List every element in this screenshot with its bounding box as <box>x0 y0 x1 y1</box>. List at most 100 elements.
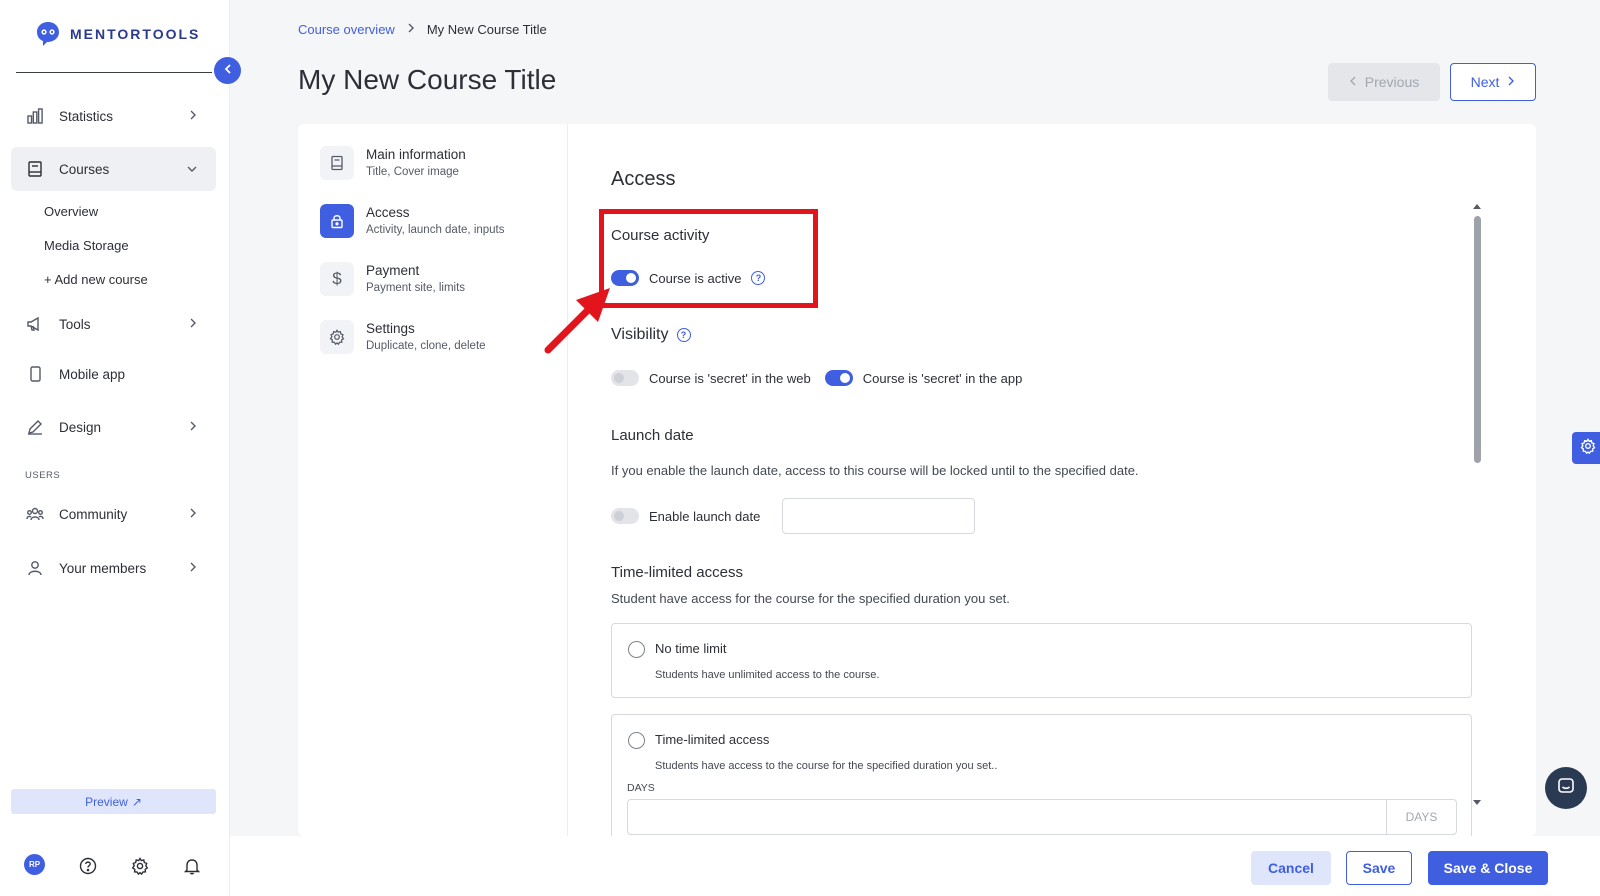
avatar[interactable]: RP <box>24 854 45 875</box>
book-icon <box>25 159 45 179</box>
step-title: Settings <box>366 321 415 336</box>
floating-settings-button[interactable] <box>1572 432 1600 464</box>
chevron-right-icon <box>188 317 198 332</box>
chevron-right-icon <box>188 109 198 124</box>
launch-date-label: Enable launch date <box>649 508 761 524</box>
sidebar-item-label: Tools <box>59 316 91 332</box>
gear-icon <box>320 320 354 354</box>
radio-time-limited[interactable] <box>628 732 645 749</box>
cancel-button[interactable]: Cancel <box>1251 851 1331 885</box>
sidebar-item-label: Mobile app <box>59 366 126 382</box>
sidebar-item-community[interactable]: Community <box>11 492 216 536</box>
launch-date-heading: Launch date <box>611 427 694 444</box>
radio-no-time-limit[interactable] <box>628 641 645 658</box>
step-subtitle: Activity, launch date, inputs <box>366 224 505 236</box>
user-icon <box>25 558 45 578</box>
breadcrumb-link[interactable]: Course overview <box>298 22 395 37</box>
sidebar-subitem-add-course[interactable]: + Add new course <box>44 272 148 287</box>
time-limited-heading: Time-limited access <box>611 564 743 581</box>
days-input[interactable]: DAYS <box>627 799 1457 835</box>
people-icon <box>25 504 45 524</box>
launch-date-description: If you enable the launch date, access to… <box>611 463 1139 478</box>
sidebar-item-label: Your members <box>59 560 147 576</box>
time-limited-description: Student have access for the course for t… <box>611 591 1010 606</box>
breadcrumb-current: My New Course Title <box>426 22 547 37</box>
brand-logo[interactable]: MENTORTOOLS <box>34 20 200 48</box>
secret-app-toggle[interactable] <box>824 370 853 386</box>
step-title: Main information <box>366 147 466 162</box>
sidebar-item-label: Courses <box>59 161 110 177</box>
sidebar-item-tools[interactable]: Tools <box>11 302 216 346</box>
sidebar-item-courses[interactable]: Courses <box>11 147 216 191</box>
gear-icon[interactable] <box>128 854 152 878</box>
option-title: No time limit <box>655 641 727 656</box>
option-no-time-limit[interactable]: No time limit Students have unlimited ac… <box>611 623 1472 698</box>
help-icon[interactable] <box>76 854 100 878</box>
sidebar-item-statistics[interactable]: Statistics <box>11 94 216 138</box>
brand-name: MENTORTOOLS <box>70 26 201 42</box>
lock-icon <box>320 204 354 238</box>
access-heading: Access <box>611 168 676 190</box>
chevron-left-icon <box>223 62 233 80</box>
sidebar-item-label: Design <box>59 419 102 435</box>
step-main-information[interactable]: Main information Title, Cover image <box>320 146 466 180</box>
document-icon <box>320 146 354 180</box>
preview-button[interactable]: Preview ↗ <box>11 789 216 814</box>
gear-icon <box>1580 437 1596 459</box>
step-subtitle: Duplicate, clone, delete <box>366 340 486 352</box>
option-subtitle: Students have unlimited access to the co… <box>655 669 880 681</box>
step-payment[interactable]: $ Payment Payment site, limits <box>320 262 465 296</box>
visibility-row: Course is 'secret' in the web Course is … <box>611 370 1022 386</box>
sidebar-item-design[interactable]: Design <box>11 405 216 449</box>
launch-date-row: Enable launch date <box>611 508 760 524</box>
launch-date-toggle[interactable] <box>611 508 639 524</box>
option-subtitle: Students have access to the course for t… <box>655 760 998 772</box>
collapse-sidebar-button[interactable] <box>214 57 241 84</box>
dollar-icon: $ <box>320 262 354 296</box>
next-button[interactable]: Next <box>1450 63 1536 101</box>
option-time-limited[interactable]: Time-limited access Students have access… <box>611 714 1472 836</box>
previous-button[interactable]: Previous <box>1328 63 1440 101</box>
course-editor-card: Main information Title, Cover image Acce… <box>298 124 1536 836</box>
page-title: My New Course Title <box>298 64 557 95</box>
sidebar-subitem-overview[interactable]: Overview <box>44 204 98 219</box>
sidebar-item-your-members[interactable]: Your members <box>11 546 216 590</box>
divider <box>16 72 212 73</box>
previous-label: Previous <box>1364 74 1420 90</box>
step-title: Access <box>366 205 410 220</box>
chevron-right-icon <box>188 561 198 576</box>
mentortools-logo-icon <box>34 20 62 48</box>
secret-web-toggle[interactable] <box>611 370 639 386</box>
step-subtitle: Payment site, limits <box>366 282 466 294</box>
bar-chart-icon <box>25 106 45 126</box>
scrollbar[interactable] <box>1472 202 1482 807</box>
launch-date-input[interactable] <box>782 498 975 534</box>
chevron-down-icon <box>186 162 198 177</box>
scrollbar-thumb[interactable] <box>1474 216 1481 463</box>
visibility-heading-row: Visibility ? <box>611 326 691 344</box>
pencil-icon <box>25 417 45 437</box>
chat-button[interactable] <box>1545 767 1587 809</box>
secret-web-label: Course is 'secret' in the web <box>649 370 811 386</box>
step-settings[interactable]: Settings Duplicate, clone, delete <box>320 320 486 354</box>
option-title: Time-limited access <box>655 732 770 747</box>
chevron-right-icon <box>1507 74 1515 90</box>
sidebar: MENTORTOOLS Statistics Courses Overview … <box>0 0 230 896</box>
chevron-right-icon <box>407 22 415 37</box>
secret-app-label: Course is 'secret' in the app <box>862 370 1023 386</box>
step-title: Payment <box>366 263 420 278</box>
chevron-right-icon <box>188 507 198 522</box>
help-icon[interactable]: ? <box>676 328 691 342</box>
next-label: Next <box>1470 74 1500 90</box>
sidebar-item-mobile-app[interactable]: Mobile app <box>11 352 216 396</box>
sidebar-item-label: Statistics <box>59 108 114 124</box>
sidebar-subitem-media-storage[interactable]: Media Storage <box>44 238 129 253</box>
annotation-arrow-icon <box>544 288 610 354</box>
chat-icon <box>1556 776 1576 801</box>
save-close-button[interactable]: Save & Close <box>1428 851 1548 885</box>
step-access[interactable]: Access Activity, launch date, inputs <box>320 204 505 238</box>
chevron-right-icon <box>188 420 198 435</box>
save-button[interactable]: Save <box>1346 851 1412 885</box>
bell-icon[interactable] <box>180 854 204 878</box>
mobile-icon <box>25 364 45 384</box>
